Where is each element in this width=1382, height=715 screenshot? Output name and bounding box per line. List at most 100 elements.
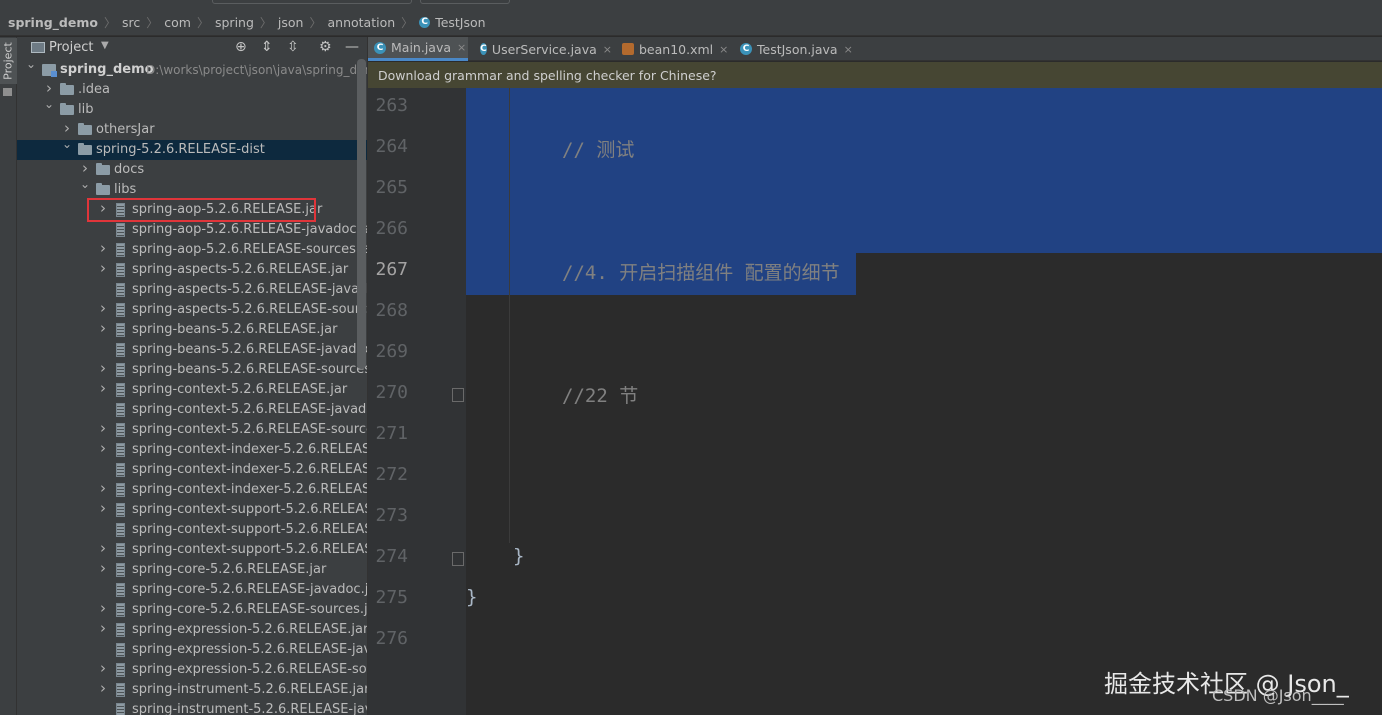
breadcrumb-item[interactable]: spring_demo: [0, 15, 102, 30]
expand-all-icon[interactable]: ⇕: [261, 39, 273, 55]
chevron-right-icon[interactable]: ›: [97, 500, 109, 517]
tree-item-jar[interactable]: spring-instrument-5.2.6.RELEASE-javadoc.…: [17, 700, 367, 715]
jar-icon: [116, 603, 125, 617]
fold-marker-icon[interactable]: [452, 388, 464, 402]
tab-main-java[interactable]: C Main.java ×: [368, 37, 468, 61]
tree-item-label: lib: [78, 102, 94, 117]
chevron-right-icon[interactable]: ›: [97, 620, 109, 637]
tree-item-jar[interactable]: spring-beans-5.2.6.RELEASE-javadoc.jar: [17, 340, 367, 360]
tree-item-jar[interactable]: › spring-aspects-5.2.6.RELEASE-sources.ja…: [17, 300, 367, 320]
breadcrumb-label: json: [277, 14, 304, 30]
close-icon[interactable]: ×: [719, 43, 728, 56]
chevron-down-icon[interactable]: ⌄: [25, 60, 37, 71]
tree-item-folder[interactable]: ⌄ spring-5.2.6.RELEASE-dist: [17, 140, 367, 160]
tree-item-jar[interactable]: › spring-beans-5.2.6.RELEASE-sources.jar: [17, 360, 367, 380]
chevron-right-icon[interactable]: ›: [97, 240, 109, 257]
tree-item-jar[interactable]: › spring-core-5.2.6.RELEASE.jar: [17, 560, 367, 580]
tree-item-label: spring-expression-5.2.6.RELEASE-javadoc.…: [132, 642, 367, 657]
run-config-selector[interactable]: [212, 0, 412, 4]
notification-banner[interactable]: Download grammar and spelling checker fo…: [368, 62, 1382, 88]
navigation-bar: spring_demo 〉 src 〉 com 〉 spring 〉 json 〉 annotati…: [0, 0, 1382, 36]
breadcrumb-item[interactable]: com: [160, 15, 195, 30]
tab-testjson-java[interactable]: C TestJson.java ×: [734, 37, 856, 61]
chevron-right-icon[interactable]: ›: [97, 320, 109, 337]
tab-label: UserService.java: [491, 41, 597, 57]
chevron-right-icon[interactable]: ›: [97, 360, 109, 377]
tree-item-jar[interactable]: spring-expression-5.2.6.RELEASE-javadoc.…: [17, 640, 367, 660]
breadcrumb-separator-icon: 〉: [401, 15, 414, 30]
line-number: 275: [375, 587, 408, 608]
tree-item-jar[interactable]: spring-core-5.2.6.RELEASE-javadoc.jar: [17, 580, 367, 600]
tree-item-jar[interactable]: › spring-core-5.2.6.RELEASE-sources.jar: [17, 600, 367, 620]
close-icon[interactable]: ×: [457, 41, 466, 54]
chevron-down-icon[interactable]: ▼: [101, 40, 109, 51]
breadcrumb-item[interactable]: json: [274, 15, 308, 30]
tree-item-jar[interactable]: spring-context-5.2.6.RELEASE-javadoc.jar: [17, 400, 367, 420]
tree-item-jar[interactable]: spring-context-indexer-5.2.6.RELEASE-jav…: [17, 460, 367, 480]
breadcrumb-item[interactable]: spring: [211, 15, 258, 30]
tree-item-folder[interactable]: › othersJar: [17, 120, 367, 140]
tree-scrollbar[interactable]: [357, 59, 366, 369]
breadcrumb-item[interactable]: annotation: [324, 15, 400, 30]
tree-item-jar[interactable]: › spring-context-support-5.2.6.RELEASE.ja…: [17, 500, 367, 520]
tree-item-jar[interactable]: › spring-beans-5.2.6.RELEASE.jar: [17, 320, 367, 340]
structure-tool-icon[interactable]: [3, 88, 12, 96]
tree-item-jar[interactable]: › spring-context-indexer-5.2.6.RELEASE.ja…: [17, 440, 367, 460]
chevron-right-icon[interactable]: ›: [97, 420, 109, 437]
tree-item-label: spring-aop-5.2.6.RELEASE-sources.jar: [132, 242, 368, 257]
tree-item-jar[interactable]: › spring-instrument-5.2.6.RELEASE.jar: [17, 680, 367, 700]
close-icon[interactable]: ×: [603, 43, 612, 56]
tree-item-folder[interactable]: ⌄ lib: [17, 100, 367, 120]
tree-item-jar[interactable]: › spring-context-5.2.6.RELEASE-sources.ja…: [17, 420, 367, 440]
breadcrumb-item[interactable]: C TestJson: [415, 15, 489, 30]
chevron-down-icon[interactable]: ⌄: [43, 100, 55, 111]
tree-item-label: spring-aop-5.2.6.RELEASE-javadoc.jar: [132, 222, 368, 237]
tree-item-label: spring-context-support-5.2.6.RELEASE.jar: [132, 502, 367, 517]
jar-icon: [116, 363, 125, 377]
tree-item-jar[interactable]: spring-aspects-5.2.6.RELEASE-javadoc.jar: [17, 280, 367, 300]
tree-item-jar[interactable]: spring-context-support-5.2.6.RELEASE-jav…: [17, 520, 367, 540]
tree-item-label: spring-context-5.2.6.RELEASE-sources.jar: [132, 422, 367, 437]
chevron-right-icon[interactable]: ›: [43, 80, 55, 97]
breadcrumb-item[interactable]: src: [118, 15, 144, 30]
tree-item-module[interactable]: ⌄ spring_demo D:\works\project\json\java\s…: [17, 60, 367, 80]
hide-panel-icon[interactable]: —: [345, 39, 359, 55]
chevron-right-icon[interactable]: ›: [79, 160, 91, 177]
tree-item-folder[interactable]: ⌄ libs: [17, 180, 367, 200]
close-icon[interactable]: ×: [844, 43, 853, 56]
chevron-right-icon[interactable]: ›: [97, 600, 109, 617]
tree-item-folder[interactable]: › docs: [17, 160, 367, 180]
gear-icon[interactable]: ⚙: [319, 39, 332, 55]
chevron-right-icon[interactable]: ›: [97, 260, 109, 277]
folder-icon: [60, 83, 74, 95]
tree-item-jar[interactable]: › spring-aspects-5.2.6.RELEASE.jar: [17, 260, 367, 280]
chevron-right-icon[interactable]: ›: [97, 680, 109, 697]
tree-item-jar[interactable]: › spring-expression-5.2.6.RELEASE-sources…: [17, 660, 367, 680]
tree-item-folder[interactable]: › .idea: [17, 80, 367, 100]
code-line: //4. 开启扫描组件 配置的细节: [562, 262, 840, 284]
tree-item-jar[interactable]: › spring-expression-5.2.6.RELEASE.jar: [17, 620, 367, 640]
chevron-down-icon[interactable]: ⌄: [79, 180, 91, 191]
fold-marker-icon[interactable]: [452, 552, 464, 566]
tree-item-jar[interactable]: › spring-context-indexer-5.2.6.RELEASE-so…: [17, 480, 367, 500]
chevron-right-icon[interactable]: ›: [97, 560, 109, 577]
code-area[interactable]: // 测试 //4. 开启扫描组件 配置的细节 //22 节}}: [466, 88, 1382, 715]
tree-item-jar[interactable]: › spring-context-5.2.6.RELEASE.jar: [17, 380, 367, 400]
project-view-selector[interactable]: Project: [49, 40, 93, 55]
tab-bean10-xml[interactable]: bean10.xml ×: [616, 37, 730, 61]
chevron-right-icon[interactable]: ›: [97, 540, 109, 557]
tab-userservice-java[interactable]: C UserService.java ×: [474, 37, 612, 61]
chevron-down-icon[interactable]: ⌄: [61, 140, 73, 151]
chevron-right-icon[interactable]: ›: [97, 380, 109, 397]
tree-item-jar[interactable]: › spring-context-support-5.2.6.RELEASE-so…: [17, 540, 367, 560]
run-toolbar[interactable]: [420, 0, 510, 4]
chevron-right-icon[interactable]: ›: [97, 300, 109, 317]
chevron-right-icon[interactable]: ›: [61, 120, 73, 137]
chevron-right-icon[interactable]: ›: [97, 480, 109, 497]
locate-icon[interactable]: ⊕: [235, 39, 247, 55]
chevron-right-icon[interactable]: ›: [97, 660, 109, 677]
collapse-all-icon[interactable]: ⇳: [287, 39, 299, 55]
tree-item-jar[interactable]: › spring-aop-5.2.6.RELEASE-sources.jar: [17, 240, 368, 260]
chevron-right-icon[interactable]: ›: [97, 440, 109, 457]
tree-item-jar[interactable]: spring-aop-5.2.6.RELEASE-javadoc.jar: [17, 220, 368, 240]
